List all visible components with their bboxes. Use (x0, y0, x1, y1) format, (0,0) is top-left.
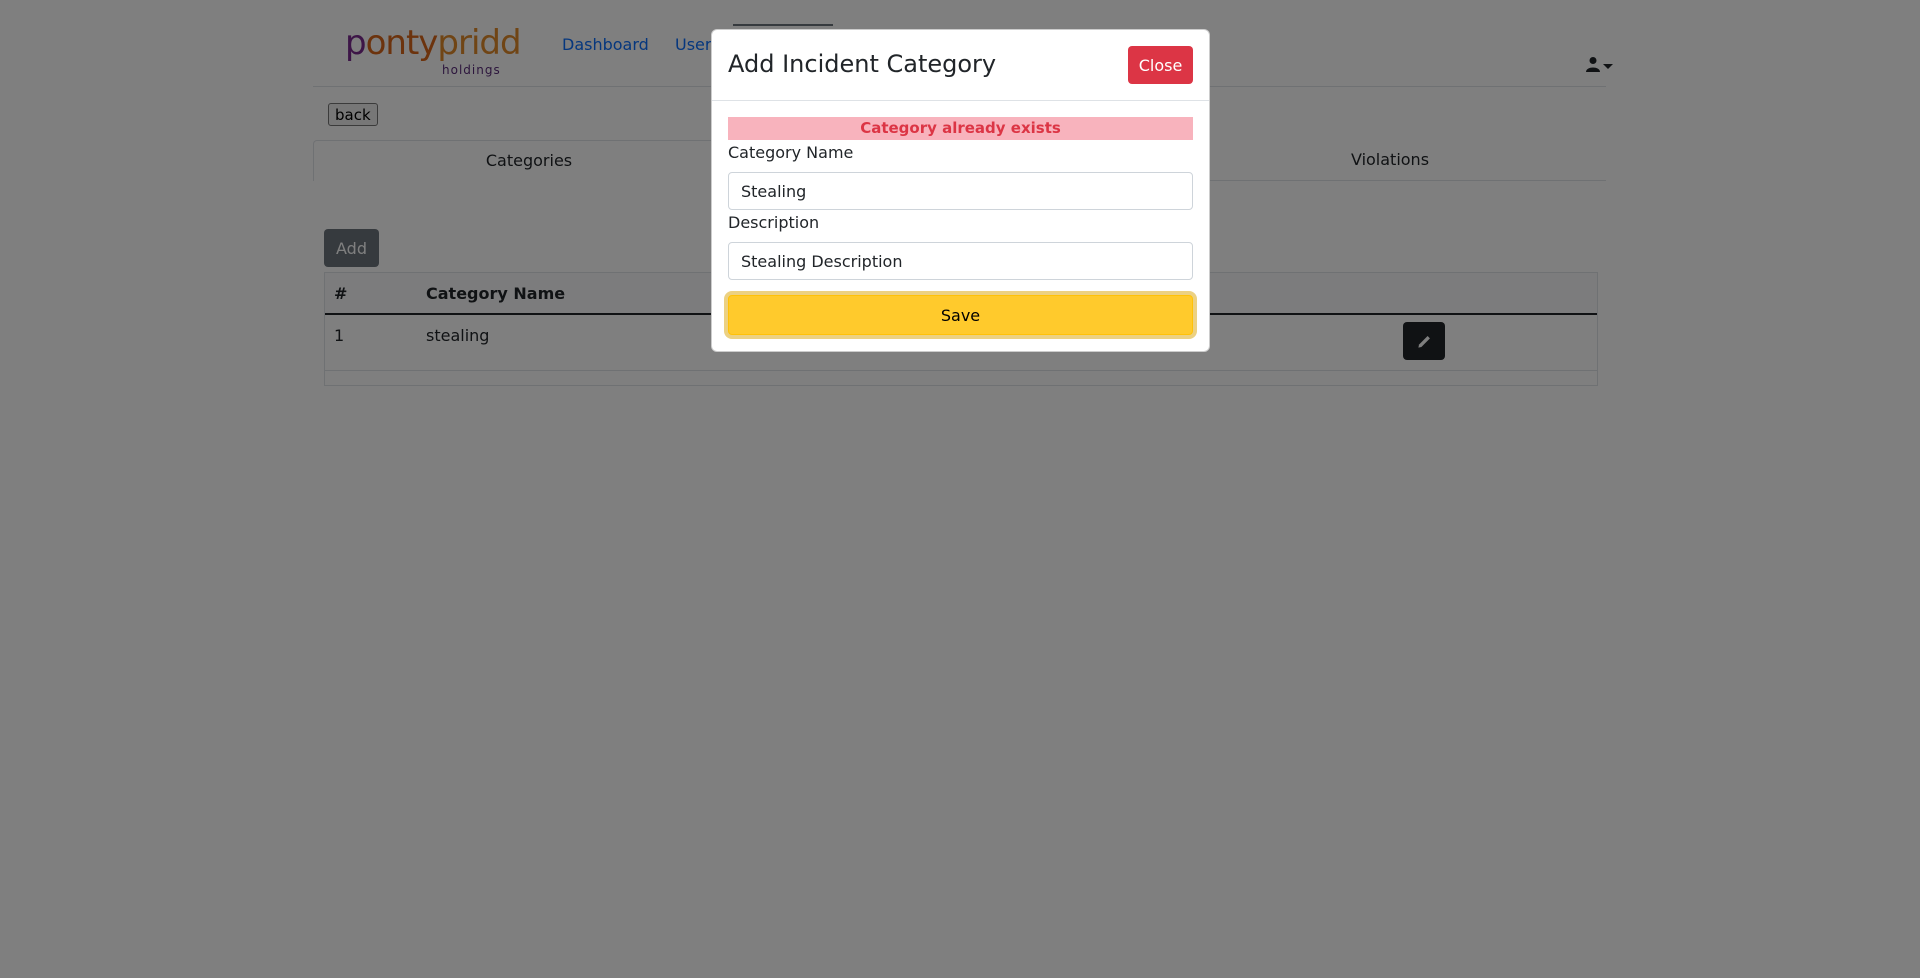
modal-header: Add Incident Category Close (712, 30, 1209, 101)
close-button[interactable]: Close (1128, 46, 1193, 84)
modal-title: Add Incident Category (728, 50, 997, 78)
description-input[interactable] (728, 242, 1193, 280)
category-name-input[interactable] (728, 172, 1193, 210)
add-incident-category-modal: Add Incident Category Close Category alr… (711, 29, 1210, 352)
category-name-label: Category Name (728, 143, 854, 162)
error-message: Category already exists (728, 117, 1193, 140)
save-button[interactable]: Save (728, 295, 1193, 335)
description-label: Description (728, 213, 820, 232)
